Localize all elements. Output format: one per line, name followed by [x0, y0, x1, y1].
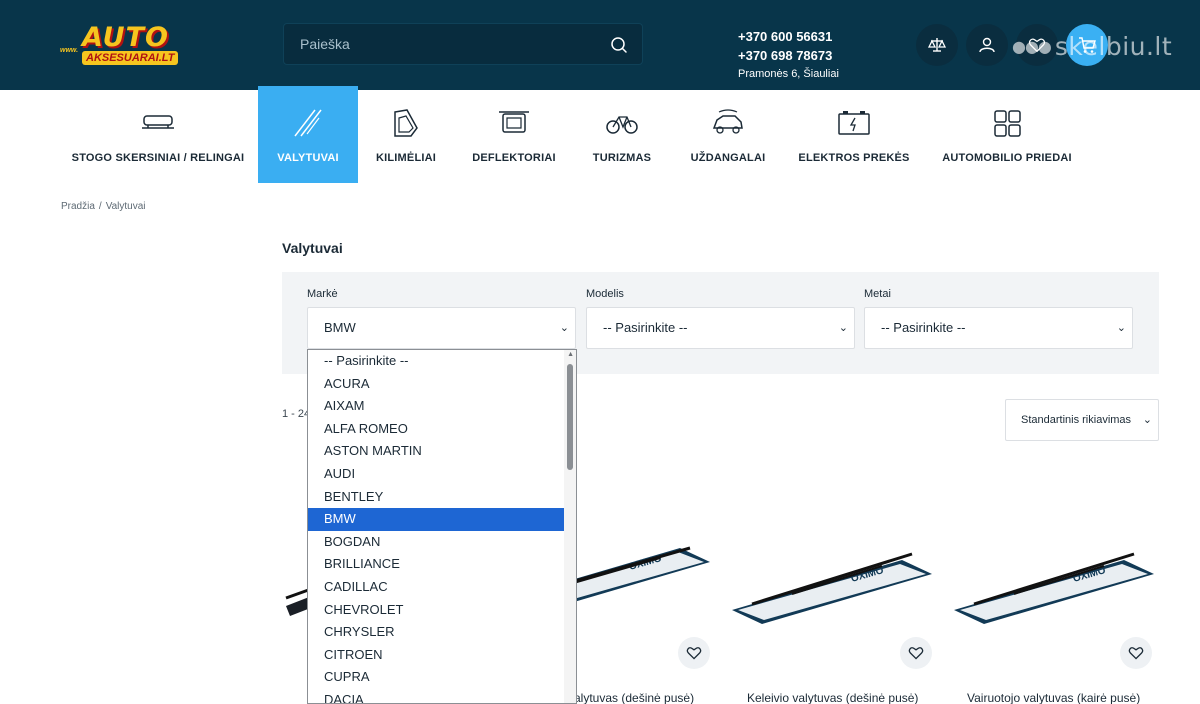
wishlist-toggle[interactable] — [678, 637, 710, 669]
chevron-down-icon: ⌄ — [838, 322, 848, 334]
model-select-value: -- Pasirinkite -- — [603, 320, 688, 335]
category-covers[interactable]: UŽDANGALAI — [688, 86, 768, 183]
dropdown-option[interactable]: CUPRA — [308, 666, 565, 689]
brand-select[interactable]: BMW ⌄ — [307, 307, 576, 349]
page-title: Valytuvai — [282, 240, 343, 256]
model-select[interactable]: -- Pasirinkite -- ⌄ — [586, 307, 855, 349]
wiper-product-image: OXIMO — [732, 552, 932, 624]
category-floor-mats[interactable]: KILIMĖLIAI — [370, 86, 442, 183]
category-deflectors[interactable]: DEFLEKTORIAI — [470, 86, 558, 183]
chevron-down-icon: ⌄ — [1116, 322, 1126, 334]
category-wipers[interactable]: VALYTUVAI — [258, 86, 358, 183]
watermark-dots-icon: ●●● — [1012, 37, 1052, 56]
year-select[interactable]: -- Pasirinkite -- ⌄ — [864, 307, 1133, 349]
deflector-icon — [499, 111, 529, 133]
breadcrumb-separator: / — [98, 201, 102, 212]
chevron-down-icon: ⌄ — [1142, 414, 1152, 426]
dropdown-option[interactable]: ALFA ROMEO — [308, 418, 565, 441]
dropdown-option[interactable]: ASTON MARTIN — [308, 440, 565, 463]
logo-text-bottom: AKSESUARAI.LT — [82, 51, 179, 65]
grid-icon — [994, 110, 1021, 137]
category-label: ELEKTROS PREKĖS — [798, 152, 910, 164]
search-box — [283, 23, 643, 65]
product-card[interactable]: OXIMO Keleivio valytuvas (dešinė pusė) — [732, 540, 932, 704]
dropdown-option[interactable]: -- Pasirinkite -- — [308, 350, 565, 373]
user-icon — [979, 37, 995, 53]
year-select-value: -- Pasirinkite -- — [881, 320, 966, 335]
results-count: 1 - 24 — [282, 408, 311, 420]
product-name[interactable]: Keleivio valytuvas (dešinė pusė) — [747, 691, 918, 704]
product-card[interactable]: OXIMO Vairuotojo valytuvas (kairė pusė) — [954, 540, 1154, 704]
product-name[interactable]: valytuvas (dešinė pusė) — [568, 691, 694, 704]
model-label: Modelis — [586, 288, 624, 300]
breadcrumb-home[interactable]: Pradžia — [61, 201, 95, 212]
heart-icon — [1128, 647, 1144, 660]
category-label: KILIMĖLIAI — [375, 152, 437, 164]
scale-icon — [927, 38, 947, 52]
scroll-up-arrow-icon[interactable]: ▲ — [567, 351, 574, 358]
category-label: AUTOMOBILIO PRIEDAI — [942, 152, 1072, 164]
category-label: TURIZMAS — [592, 152, 652, 164]
wiper-product-image: OXIMO — [954, 552, 1154, 624]
logo-text-www: www. — [60, 47, 79, 54]
dropdown-option[interactable]: AUDI — [308, 463, 565, 486]
address: Pramonės 6, Šiauliai — [738, 68, 839, 80]
category-accessories[interactable]: AUTOMOBILIO PRIEDAI — [940, 86, 1074, 183]
dropdown-scrollbar[interactable]: ▲ — [564, 350, 576, 703]
breadcrumb-current: Valytuvai — [105, 201, 146, 212]
heart-icon — [686, 647, 702, 660]
search-input[interactable] — [284, 24, 584, 64]
dropdown-option[interactable]: CITROEN — [308, 644, 565, 667]
roof-rack-icon — [142, 115, 174, 129]
contact-info: +370 600 56631 +370 698 78673 Pramonės 6… — [738, 27, 839, 84]
phone-number-2[interactable]: +370 698 78673 — [738, 46, 839, 65]
breadcrumb: Pradžia / Valytuvai — [61, 201, 146, 212]
compare-button[interactable] — [916, 24, 958, 66]
bicycle-icon — [606, 116, 638, 134]
dropdown-option[interactable]: CADILLAC — [308, 576, 565, 599]
year-label: Metai — [864, 288, 891, 300]
logo[interactable]: AUTO www. AKSESUARAI.LT — [60, 22, 205, 68]
category-label: VALYTUVAI — [277, 152, 339, 164]
sort-select[interactable]: Standartinis rikiavimas ⌄ — [1005, 399, 1159, 441]
heart-icon — [908, 647, 924, 660]
floor-mat-icon — [394, 109, 418, 137]
category-label: DEFLEKTORIAI — [472, 152, 556, 164]
dropdown-option[interactable]: BENTLEY — [308, 486, 565, 509]
category-roof-racks[interactable]: STOGO SKERSINIAI / RELINGAI — [62, 86, 254, 183]
dropdown-option[interactable]: BOGDAN — [308, 531, 565, 554]
dropdown-scrollbar-thumb[interactable] — [567, 364, 573, 470]
car-cover-icon — [712, 109, 743, 134]
dropdown-option-selected[interactable]: BMW — [308, 508, 565, 531]
dropdown-option[interactable]: CHRYSLER — [308, 621, 565, 644]
dropdown-option[interactable]: BRILLIANCE — [308, 553, 565, 576]
chevron-down-icon: ⌄ — [559, 322, 569, 334]
category-label: UŽDANGALAI — [690, 152, 766, 164]
watermark: ●●● skelbiu.lt — [1012, 32, 1172, 61]
page: { "header": { "logo_top": "AUTO", "logo_… — [0, 0, 1200, 704]
search-icon[interactable] — [610, 36, 628, 54]
sort-select-value: Standartinis rikiavimas — [1021, 414, 1132, 426]
wishlist-toggle[interactable] — [900, 637, 932, 669]
wiper-icon — [294, 109, 322, 137]
brand-label: Markė — [307, 288, 338, 300]
wishlist-toggle[interactable] — [1120, 637, 1152, 669]
category-label: STOGO SKERSINIAI / RELINGAI — [71, 152, 245, 164]
watermark-text: skelbiu.lt — [1054, 32, 1173, 61]
category-tourism[interactable]: TURIZMAS — [588, 86, 656, 183]
dropdown-option[interactable]: AIXAM — [308, 395, 565, 418]
brand-select-value: BMW — [324, 320, 356, 335]
dropdown-option[interactable]: CHEVROLET — [308, 599, 565, 622]
account-button[interactable] — [966, 24, 1008, 66]
logo-text-top: AUTO — [82, 22, 169, 53]
dropdown-option[interactable]: DACIA — [308, 689, 565, 703]
dropdown-option[interactable]: ACURA — [308, 373, 565, 396]
brand-dropdown-list[interactable]: -- Pasirinkite -- ACURA AIXAM ALFA ROMEO… — [307, 349, 577, 704]
product-name[interactable]: Vairuotojo valytuvas (kairė pusė) — [967, 691, 1140, 704]
battery-icon — [838, 111, 870, 135]
phone-number-1[interactable]: +370 600 56631 — [738, 27, 839, 46]
category-electrical[interactable]: ELEKTROS PREKĖS — [798, 86, 910, 183]
site-header: AUTO www. AKSESUARAI.LT +370 600 56631 +… — [0, 0, 1200, 90]
